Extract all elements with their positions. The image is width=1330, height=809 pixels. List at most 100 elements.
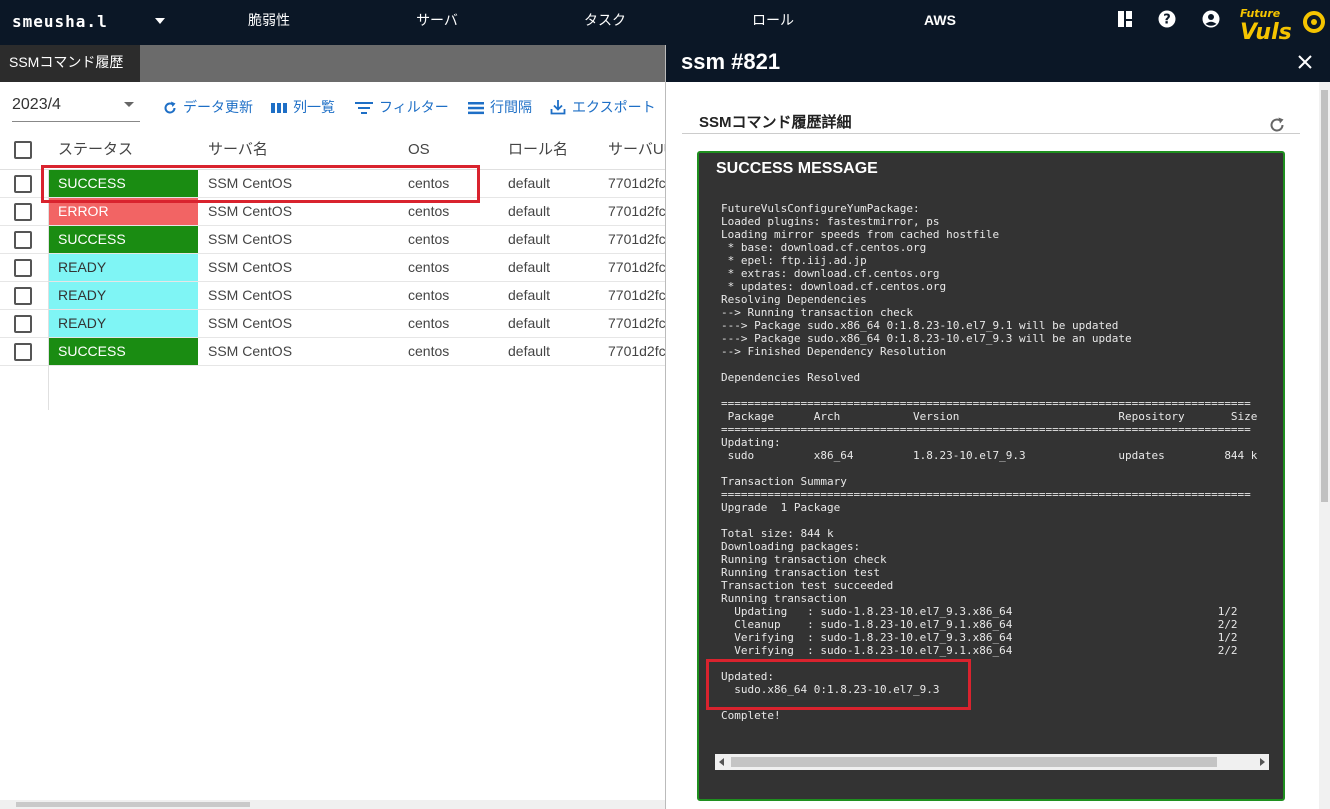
- output-line: --> Running transaction check: [721, 306, 914, 319]
- row-checkbox[interactable]: [14, 259, 32, 277]
- table-horizontal-scrollbar[interactable]: [0, 800, 665, 809]
- nav-servers[interactable]: サーバ: [416, 0, 458, 45]
- nav-vulnerabilities[interactable]: 脆弱性: [248, 0, 290, 45]
- table-row[interactable]: READY SSM CentOS centos default 7701d2fc: [0, 254, 665, 282]
- refresh-data-button[interactable]: データ更新: [163, 97, 253, 117]
- output-line: Dependencies Resolved: [721, 371, 861, 384]
- output-line: Loaded plugins: fastestmirror, ps: [721, 215, 940, 228]
- row-checkbox[interactable]: [14, 231, 32, 249]
- table-row[interactable]: READY SSM CentOS centos default 7701d2fc: [0, 282, 665, 310]
- help-icon[interactable]: ?: [1158, 10, 1176, 28]
- detail-refresh-icon[interactable]: [1268, 116, 1286, 134]
- bookmark-icon[interactable]: [1116, 10, 1134, 28]
- download-icon: [550, 100, 566, 115]
- status-badge: SUCCESS: [49, 226, 198, 253]
- output-line: Package Arch Version Repository Size: [721, 410, 1258, 423]
- output-line: Transaction test succeeded: [721, 579, 894, 592]
- density-button[interactable]: 行間隔: [468, 97, 532, 117]
- export-button[interactable]: エクスポート: [550, 97, 656, 117]
- output-line: ========================================…: [721, 488, 1251, 501]
- row-checkbox[interactable]: [14, 343, 32, 361]
- svg-text:?: ?: [1163, 13, 1171, 28]
- output-line: Upgrade 1 Package: [721, 501, 841, 514]
- output-line: Updating:: [721, 436, 781, 449]
- role-name-cell: default: [508, 203, 551, 219]
- table-row[interactable]: READY SSM CentOS centos default 7701d2fc: [0, 310, 665, 338]
- role-name-cell: default: [508, 343, 551, 359]
- filter-button[interactable]: フィルター: [355, 97, 449, 117]
- refresh-data-label: データ更新: [183, 99, 253, 115]
- drawer-vertical-scrollbar[interactable]: [1319, 82, 1330, 809]
- density-icon: [468, 102, 484, 115]
- nav-roles[interactable]: ロール: [752, 0, 794, 45]
- refresh-icon: [164, 101, 176, 114]
- message-title: SUCCESS MESSAGE: [716, 160, 878, 177]
- role-name-cell: default: [508, 259, 551, 275]
- row-checkbox[interactable]: [14, 175, 32, 193]
- nav-aws[interactable]: AWS: [924, 0, 956, 45]
- output-line: Running transaction: [721, 592, 847, 605]
- columns-button[interactable]: 列一覧: [271, 97, 335, 117]
- month-value: 2023/4: [12, 96, 61, 113]
- drawer-title: ssm #821: [681, 49, 781, 74]
- scroll-left-icon[interactable]: [719, 758, 724, 766]
- output-line: sudo x86_64 1.8.23-10.el7_9.3 updates 84…: [721, 449, 1258, 462]
- server-name-cell: SSM CentOS: [208, 343, 293, 359]
- columns-icon: [271, 103, 287, 113]
- role-name-cell: default: [508, 175, 551, 191]
- section-title: SSMコマンド履歴詳細: [699, 114, 852, 131]
- row-checkbox[interactable]: [14, 315, 32, 333]
- column-header-status[interactable]: ステータス: [58, 130, 133, 170]
- scrollbar-thumb[interactable]: [1321, 90, 1328, 502]
- highlight-box-updated: [706, 659, 971, 710]
- output-horizontal-scrollbar[interactable]: [715, 754, 1269, 770]
- nav-tasks[interactable]: タスク: [584, 0, 626, 45]
- server-name-cell: SSM CentOS: [208, 315, 293, 331]
- column-header-os[interactable]: OS: [408, 130, 430, 170]
- table-row[interactable]: SUCCESS SSM CentOS centos default 7701d2fc: [0, 226, 665, 254]
- output-line: Running transaction test: [721, 566, 880, 579]
- tab-ssm-command-history[interactable]: SSMコマンド履歴: [0, 45, 140, 82]
- output-line: Complete!: [721, 709, 781, 722]
- scrollbar-thumb[interactable]: [16, 802, 250, 807]
- output-line: ========================================…: [721, 397, 1251, 410]
- scroll-right-icon[interactable]: [1260, 758, 1265, 766]
- column-header-server[interactable]: サーバ名: [208, 130, 268, 170]
- output-line: FutureVulsConfigureYumPackage:: [721, 202, 920, 215]
- output-line: * base: download.cf.centos.org: [721, 241, 927, 254]
- output-line: Downloading packages:: [721, 540, 861, 553]
- brand-name[interactable]: smeusha.l: [12, 13, 116, 31]
- month-select[interactable]: 2023/4: [12, 94, 140, 122]
- row-checkbox[interactable]: [14, 287, 32, 305]
- table-header: ステータス サーバ名 OS ロール名 サーバUU: [0, 130, 675, 170]
- server-name-cell: SSM CentOS: [208, 259, 293, 275]
- server-uuid-cell: 7701d2fc: [608, 287, 665, 303]
- column-header-role[interactable]: ロール名: [508, 130, 568, 170]
- output-line: Loading mirror speeds from cached hostfi…: [721, 228, 1000, 241]
- output-line: Verifying : sudo-1.8.23-10.el7_9.1.x86_6…: [721, 644, 1238, 657]
- row-checkbox[interactable]: [14, 203, 32, 221]
- output-line: Total size: 844 k: [721, 527, 834, 540]
- output-line: ---> Package sudo.x86_64 0:1.8.23-10.el7…: [721, 332, 1132, 345]
- server-uuid-cell: 7701d2fc: [608, 259, 665, 275]
- account-icon[interactable]: [1202, 10, 1220, 28]
- os-cell: centos: [408, 315, 450, 331]
- close-icon[interactable]: [1296, 53, 1314, 71]
- select-all-checkbox[interactable]: [14, 141, 32, 159]
- table-row[interactable]: SUCCESS SSM CentOS centos default 7701d2fc: [0, 338, 665, 366]
- scrollbar-thumb[interactable]: [731, 757, 1217, 767]
- top-navigation-bar: smeusha.l 脆弱性 サーバ タスク ロール AWS ? Future V…: [0, 0, 1330, 45]
- server-uuid-cell: 7701d2fc: [608, 175, 665, 191]
- server-uuid-cell: 7701d2fc: [608, 203, 665, 219]
- output-line: Transaction Summary: [721, 475, 847, 488]
- logo-text-vuls: Vuls: [1240, 20, 1292, 43]
- server-uuid-cell: 7701d2fc: [608, 343, 665, 359]
- output-line: Updating : sudo-1.8.23-10.el7_9.3.x86_64…: [721, 605, 1238, 618]
- brand-dropdown-icon[interactable]: [155, 18, 165, 24]
- status-badge: READY: [49, 254, 198, 281]
- output-line: --> Finished Dependency Resolution: [721, 345, 947, 358]
